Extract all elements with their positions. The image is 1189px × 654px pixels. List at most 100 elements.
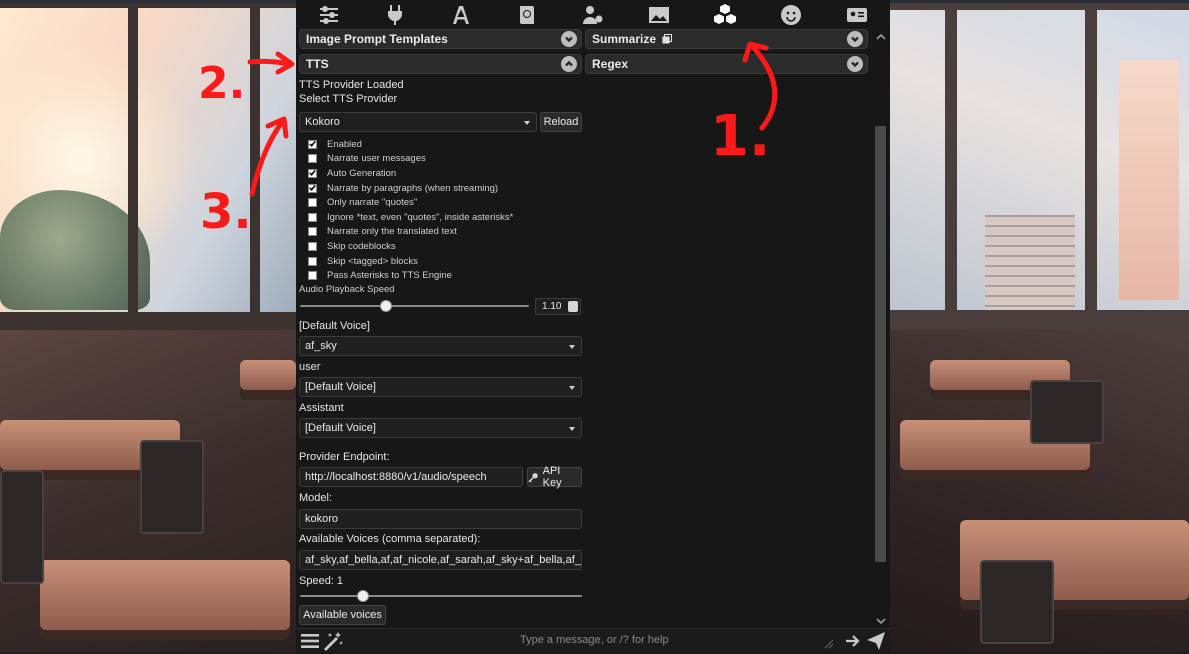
scroll-up-icon[interactable]	[876, 32, 886, 42]
tts-option-row[interactable]: Only narrate "quotes"	[308, 195, 417, 209]
continue-arrow-icon[interactable]	[844, 632, 862, 650]
hamburger-menu-icon[interactable]	[301, 633, 319, 649]
drawer-title: TTS	[306, 57, 329, 71]
drawer-title: Summarize	[592, 32, 657, 46]
drawer-summarize[interactable]: Summarize	[585, 29, 868, 49]
tts-status-text: TTS Provider Loaded	[299, 79, 404, 91]
font-icon[interactable]	[428, 0, 494, 30]
panel-scrollbar[interactable]	[873, 30, 888, 628]
model-input[interactable]: kokoro	[299, 509, 582, 529]
available-voices-button[interactable]: Available voices	[299, 605, 386, 625]
tts-option-row[interactable]: Ignore *text, even "quotes", inside aste…	[308, 210, 513, 224]
chevron-down-icon[interactable]	[847, 56, 863, 72]
drawer-image-prompt-templates[interactable]: Image Prompt Templates	[299, 29, 582, 49]
key-icon	[528, 472, 538, 482]
cubes-icon[interactable]	[692, 0, 758, 30]
caret-down-icon	[569, 345, 575, 349]
tts-option-row[interactable]: Pass Asterisks to TTS Engine	[308, 268, 452, 282]
voice-map-label: user	[299, 361, 321, 373]
caret-down-icon	[569, 427, 575, 431]
voices-input[interactable]: af_sky,af_bella,af,af_nicole,af_sarah,af…	[299, 550, 582, 570]
checkbox-unchecked[interactable]	[308, 270, 317, 280]
tts-option-label: Skip <tagged> blocks	[327, 255, 418, 267]
book-icon[interactable]	[494, 0, 560, 30]
speed-label: Speed: 1	[299, 575, 344, 587]
checkbox-checked[interactable]	[308, 168, 317, 178]
copy-icon	[662, 34, 673, 44]
checkbox-unchecked[interactable]	[308, 212, 317, 222]
smile-icon[interactable]	[758, 0, 824, 30]
tts-option-label: Narrate by paragraphs (when streaming)	[327, 182, 499, 194]
selected-value: Kokoro	[305, 116, 340, 128]
speed-slider[interactable]	[300, 590, 582, 602]
playback-speed-value: 1.10	[542, 301, 562, 312]
checkbox-checked[interactable]	[308, 139, 317, 149]
caret-down-icon	[569, 386, 575, 390]
tts-option-label: Pass Asterisks to TTS Engine	[327, 269, 452, 281]
checkbox-unchecked[interactable]	[308, 241, 317, 251]
tts-provider-select[interactable]: Kokoro	[299, 112, 537, 132]
tts-option-label: Enabled	[327, 138, 362, 150]
tts-option-row[interactable]: Auto Generation	[308, 166, 396, 180]
user-gear-icon[interactable]	[560, 0, 626, 30]
voice-map-label: [Default Voice]	[299, 320, 370, 332]
drawer-regex[interactable]: Regex	[585, 54, 868, 74]
drawer-tts[interactable]: TTS	[299, 54, 582, 74]
tts-option-label: Auto Generation	[327, 167, 397, 179]
slider-thumb[interactable]	[356, 590, 369, 602]
reload-button[interactable]: Reload	[540, 112, 582, 132]
endpoint-input[interactable]: http://localhost:8880/v1/audio/speech	[299, 467, 523, 487]
tts-option-label: Ignore *text, even "quotes", inside aste…	[327, 211, 514, 223]
drawer-title: Image Prompt Templates	[306, 32, 448, 46]
scroll-down-icon[interactable]	[876, 616, 886, 626]
playback-speed-label: Audio Playback Speed	[299, 284, 395, 295]
chevron-down-icon[interactable]	[847, 31, 863, 47]
top-navigation-bar	[296, 0, 890, 30]
voices-label: Available Voices (comma separated):	[299, 533, 481, 545]
caret-down-icon	[524, 121, 530, 125]
magic-wand-icon[interactable]	[322, 631, 344, 651]
voice-select[interactable]: [Default Voice]	[299, 377, 582, 397]
resize-grip-icon	[824, 639, 834, 649]
checkbox-unchecked[interactable]	[308, 256, 317, 266]
tts-option-label: Narrate user messages	[327, 152, 426, 164]
voice-select[interactable]: af_sky	[299, 336, 582, 356]
voice-select[interactable]: [Default Voice]	[299, 418, 582, 438]
tts-option-row[interactable]: Narrate by paragraphs (when streaming)	[308, 181, 498, 195]
api-key-label: API Key	[542, 465, 562, 489]
extensions-panel: Image Prompt Templates Summarize TTS Reg…	[296, 0, 890, 654]
playback-speed-input[interactable]: 1.10	[535, 298, 581, 315]
tts-option-label: Skip codeblocks	[327, 240, 396, 252]
chevron-down-icon[interactable]	[561, 31, 577, 47]
id-card-icon[interactable]	[824, 0, 890, 30]
chat-input[interactable]: Type a message, or /? for help	[520, 634, 669, 646]
checkbox-unchecked[interactable]	[308, 197, 317, 207]
checkbox-unchecked[interactable]	[308, 153, 317, 163]
scrollbar-thumb[interactable]	[875, 126, 886, 562]
plug-icon[interactable]	[362, 0, 428, 30]
chevron-up-icon[interactable]	[561, 56, 577, 72]
checkbox-unchecked[interactable]	[308, 226, 317, 236]
api-key-button[interactable]: API Key	[527, 465, 582, 489]
tts-option-row[interactable]: Narrate only the translated text	[308, 224, 457, 238]
sliders-icon[interactable]	[296, 0, 362, 30]
checkbox-checked[interactable]	[308, 183, 317, 193]
send-icon[interactable]	[866, 631, 886, 651]
tts-option-label: Only narrate "quotes"	[327, 196, 418, 208]
selected-value: [Default Voice]	[305, 381, 376, 393]
right-window	[890, 0, 1189, 330]
voice-map-label: Assistant	[299, 402, 344, 414]
model-label: Model:	[299, 492, 333, 504]
selected-value: [Default Voice]	[305, 422, 376, 434]
slider-thumb[interactable]	[380, 300, 393, 312]
tts-option-row[interactable]: Skip codeblocks	[308, 239, 396, 253]
playback-speed-slider[interactable]	[300, 300, 529, 312]
spinner-icon[interactable]	[568, 301, 578, 312]
tts-option-row[interactable]: Skip <tagged> blocks	[308, 254, 418, 268]
image-icon[interactable]	[626, 0, 692, 30]
selected-value: af_sky	[305, 340, 337, 352]
drawer-title: Regex	[592, 57, 629, 71]
tts-option-row[interactable]: Enabled	[308, 137, 362, 151]
chat-input-bar: Type a message, or /? for help	[296, 628, 890, 654]
tts-option-row[interactable]: Narrate user messages	[308, 151, 426, 165]
